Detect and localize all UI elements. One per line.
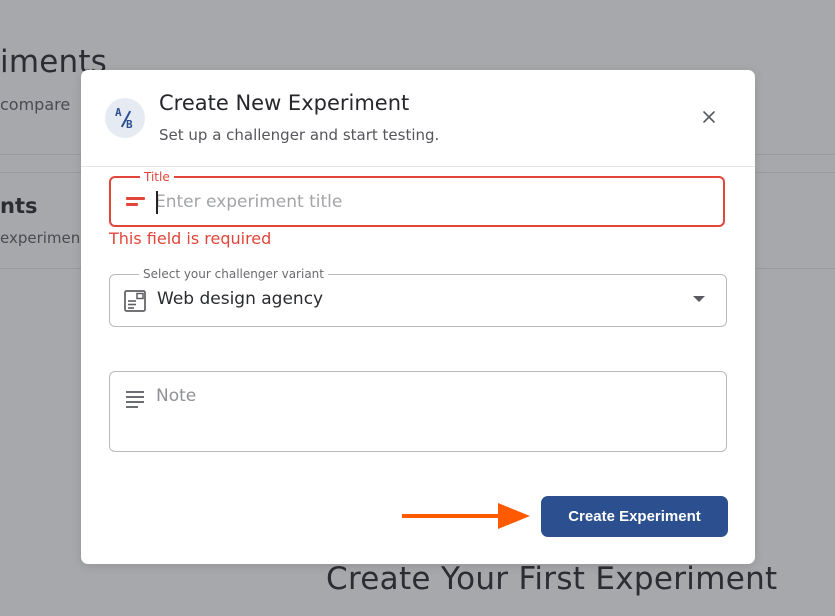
chevron-down-icon[interactable] (693, 296, 705, 302)
page-subtitle: compare (0, 95, 71, 114)
text-caret (156, 191, 158, 214)
modal-header: A B Create New Experiment Set up a chall… (81, 70, 755, 167)
variant-select-label: Select your challenger variant (139, 266, 328, 282)
close-button[interactable] (698, 106, 720, 128)
title-input[interactable] (155, 187, 705, 217)
title-icon (126, 195, 146, 209)
title-field-label: Title (140, 169, 174, 185)
create-experiment-modal: A B Create New Experiment Set up a chall… (81, 70, 755, 564)
variant-select[interactable]: Select your challenger variant Web desig… (109, 266, 727, 327)
notes-icon (126, 391, 144, 411)
close-icon (703, 111, 715, 123)
modal-title: Create New Experiment (159, 91, 410, 115)
note-input[interactable] (156, 386, 706, 438)
empty-state-cta: Create Your First Experiment (326, 561, 778, 597)
title-error-message: This field is required (109, 229, 272, 248)
arrow-right-icon (402, 503, 530, 529)
note-field[interactable] (109, 371, 727, 452)
create-experiment-button[interactable]: Create Experiment (541, 496, 728, 537)
ab-test-icon: A B (105, 98, 145, 138)
section-subtitle: experimen (0, 229, 81, 247)
section-title: nts (0, 194, 38, 218)
modal-subtitle: Set up a challenger and start testing. (159, 126, 440, 144)
title-field[interactable]: Title (109, 169, 725, 227)
variant-selected-value: Web design agency (157, 289, 324, 309)
page-layout-icon (124, 290, 146, 312)
